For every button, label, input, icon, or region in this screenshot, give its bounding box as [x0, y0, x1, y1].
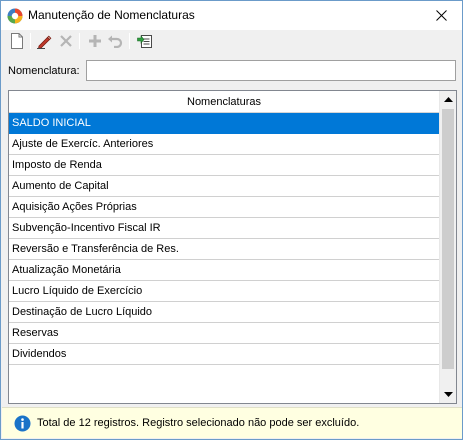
table-row[interactable]: Destinação de Lucro Líquido [9, 302, 439, 323]
grid-rows: SALDO INICIAL Ajuste de Exercíc. Anterio… [9, 113, 439, 365]
new-document-icon [11, 33, 23, 49]
toolbar-separator [129, 33, 130, 49]
nomenclaturas-grid: Nomenclaturas SALDO INICIAL Ajuste de Ex… [8, 90, 457, 404]
table-row[interactable]: Atualização Monetária [9, 260, 439, 281]
export-button[interactable] [135, 31, 155, 51]
status-message: Total de 12 registros. Registro selecion… [37, 417, 360, 429]
info-icon [14, 415, 31, 432]
nomenclatura-label: Nomenclatura: [8, 65, 80, 77]
table-row[interactable]: Ajuste de Exercíc. Anteriores [9, 134, 439, 155]
app-logo-icon [7, 8, 23, 24]
nomenclatura-input[interactable] [86, 60, 456, 81]
undo-icon [108, 35, 123, 48]
table-row[interactable]: SALDO INICIAL [9, 113, 439, 134]
add-button[interactable] [85, 31, 105, 51]
scroll-up-button[interactable] [440, 91, 456, 108]
undo-button[interactable] [105, 31, 125, 51]
toolbar [1, 30, 462, 52]
table-row[interactable]: Reversão e Transferência de Res. [9, 239, 439, 260]
chevron-up-icon [444, 97, 453, 102]
table-row[interactable]: Lucro Líquido de Exercício [9, 281, 439, 302]
delete-x-icon [60, 35, 72, 47]
table-row[interactable]: Aumento de Capital [9, 176, 439, 197]
window: Manutenção de Nomenclaturas Nomenclatura… [0, 0, 463, 440]
column-header-label: Nomenclaturas [187, 96, 261, 108]
table-row[interactable]: Dividendos [9, 344, 439, 365]
status-bar: Total de 12 registros. Registro selecion… [2, 407, 462, 438]
delete-button[interactable] [56, 31, 76, 51]
close-icon [436, 10, 447, 21]
close-button[interactable] [421, 1, 462, 30]
column-header-nomenclaturas[interactable]: Nomenclaturas [9, 91, 439, 113]
scrollbar-thumb[interactable] [442, 109, 454, 369]
table-row[interactable]: Imposto de Renda [9, 155, 439, 176]
title-bar: Manutenção de Nomenclaturas [1, 1, 462, 30]
table-row[interactable]: Reservas [9, 323, 439, 344]
toolbar-separator [79, 33, 80, 49]
toolbar-separator [30, 33, 31, 49]
new-button[interactable] [7, 31, 27, 51]
table-row[interactable]: Aquisição Ações Próprias [9, 197, 439, 218]
export-icon [137, 35, 152, 48]
scroll-down-button[interactable] [440, 386, 456, 403]
chevron-down-icon [444, 392, 453, 397]
edit-pencil-icon [37, 35, 52, 49]
table-row[interactable]: Subvenção-Incentivo Fiscal IR [9, 218, 439, 239]
vertical-scrollbar[interactable] [439, 91, 456, 403]
edit-button[interactable] [34, 31, 54, 51]
add-plus-icon [89, 35, 101, 47]
window-title: Manutenção de Nomenclaturas [28, 8, 195, 22]
